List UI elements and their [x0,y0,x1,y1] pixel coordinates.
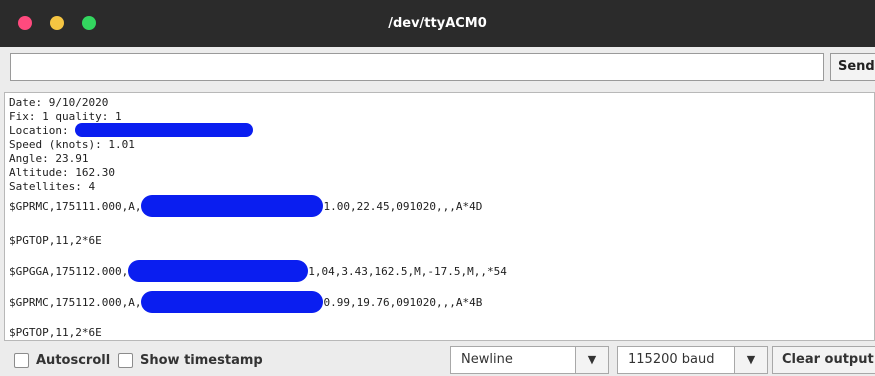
serial-monitor-window: /dev/ttyACM0 Send Date: 9/10/2020 Fix: 1… [0,0,875,376]
output-line: Altitude: 162.30 [9,166,115,179]
output-line-text: 1.00,22.45,091020,,,A*4D [323,200,483,213]
chevron-down-icon: ▼ [746,353,756,366]
output-line: $GPGGA,175112.000, 1,04,3.43,162.5,M,-17.… [9,260,507,283]
show-timestamp-checkbox[interactable] [118,353,133,368]
autoscroll-label[interactable]: Autoscroll [36,353,110,369]
output-line-text: $GPGGA,175112.000, [9,265,129,278]
send-input[interactable] [10,53,824,81]
footer-bar: Autoscroll Show timestamp Newline ▼ 1152… [0,341,875,376]
show-timestamp-label[interactable]: Show timestamp [140,353,263,369]
output-line: $GPRMC,175111.000,A, 1.00,22.45,091020,,,… [9,195,483,218]
output-line: $PGTOP,11,2*6E [9,234,102,247]
chevron-down-icon: ▼ [587,353,597,366]
output-line-text: Location: [9,124,76,137]
output-line: $PGTOP,11,2*6E [9,326,102,339]
send-bar: Send [0,47,875,92]
output-line-text: $GPRMC,175111.000,A, [9,200,142,213]
clear-output-button[interactable]: Clear output [772,346,875,374]
send-button[interactable]: Send [830,53,875,81]
line-ending-select[interactable]: Newline [450,346,576,374]
autoscroll-checkbox[interactable] [14,353,29,368]
redacted-coordinates [128,260,309,282]
line-ending-dropdown-button[interactable]: ▼ [575,346,609,374]
output-line: Angle: 23.91 [9,152,89,165]
output-line: Speed (knots): 1.01 [9,138,135,151]
output-line: Date: 9/10/2020 [9,96,109,109]
output-line: $GPRMC,175112.000,A, 0.99,19.76,091020,,,… [9,291,483,314]
output-line: Satellites: 4 [9,180,96,193]
output-line-text: 1,04,3.43,162.5,M,-17.5,M,,*54 [308,265,507,278]
redacted-coordinates [141,195,324,217]
baud-rate-dropdown-button[interactable]: ▼ [734,346,768,374]
output-line-text: 0.99,19.76,091020,,,A*4B [323,296,483,309]
output-line: Fix: 1 quality: 1 [9,110,122,123]
window-title: /dev/ttyACM0 [388,16,487,31]
baud-rate-select[interactable]: 115200 baud [617,346,735,374]
output-line: Location: [9,123,254,138]
output-line-text: $GPRMC,175112.000,A, [9,296,142,309]
serial-output[interactable]: Date: 9/10/2020 Fix: 1 quality: 1 Locati… [4,92,875,341]
redacted-coordinates [141,291,324,313]
title-bar[interactable]: /dev/ttyACM0 [0,0,875,48]
redacted-location [75,123,254,137]
